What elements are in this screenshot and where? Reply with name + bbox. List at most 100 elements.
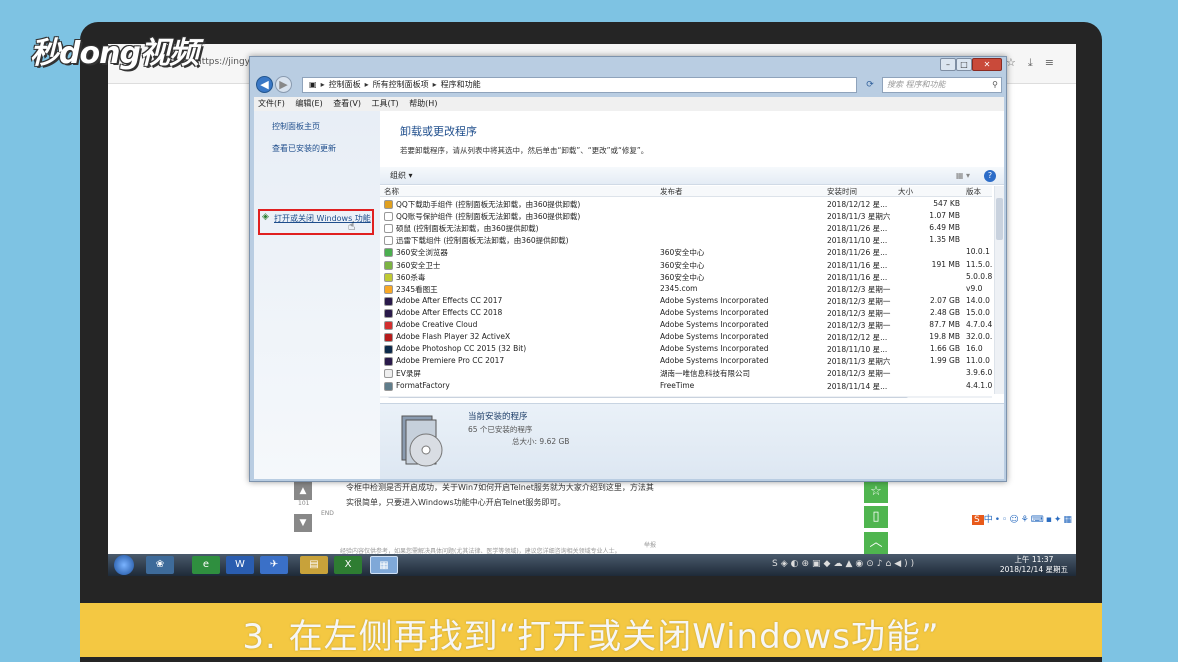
view-options-icon[interactable]: ▦ ▾ [956,167,970,185]
report-link[interactable]: 举报 [644,540,656,549]
window-titlebar[interactable]: – □ ✕ [250,57,1006,73]
column-size[interactable]: 大小 [898,186,913,197]
search-input[interactable]: 搜索 程序和功能 ⚲ [882,77,1002,93]
program-name: Adobe After Effects CC 2018 [396,307,503,317]
program-name: 迅雷下载组件 (控制面板无法卸载，由360提供卸载) [396,236,569,246]
forward-button[interactable]: ▶ [275,76,292,93]
program-date: 2018/12/3 星期一 [827,321,891,330]
taskbar-app-1[interactable]: ❀ [146,556,174,574]
taskbar: ❀ e W ✈ ▤ X ▦ S◈◐⊕▣◆☁▲◉⊙♪⌂◀)) 上午 11:37 2… [108,554,1076,576]
help-icon[interactable]: ? [984,170,996,182]
column-version[interactable]: 版本 [966,186,981,197]
table-row[interactable]: 迅雷下载组件 (控制面板无法卸载，由360提供卸载) 2018/11/10 星..… [380,235,992,247]
menu-tools[interactable]: 工具(T) [372,99,399,108]
program-date: 2018/11/3 星期六 [827,357,891,367]
horizontal-scrollbar[interactable] [380,396,992,398]
program-version: 10.0.1 [966,247,990,257]
program-version: 4.4.1.0 [966,380,993,390]
table-row[interactable]: Adobe Photoshop CC 2015 (32 Bit) Adobe Sy… [380,344,992,356]
program-date: 2018/11/16 星... [827,260,888,270]
search-icon[interactable]: ⚲ [992,78,998,92]
download-icon[interactable]: ⤓ [1028,56,1045,69]
program-icon [384,272,393,282]
menu-bar: 文件(F) 编辑(E) 查看(V) 工具(T) 帮助(H) [254,97,1004,111]
view-installed-updates-link[interactable]: 查看已安装的更新 [272,143,336,154]
page-instructions: 若要卸载程序，请从列表中将其选中，然后单击“卸载”、“更改”或“修复”。 [400,146,649,155]
window-body: 控制面板主页 查看已安装的更新 ◈ 打开或关闭 Windows 功能 ☝ 卸载或… [254,111,1004,479]
windows-features-link[interactable]: ◈ 打开或关闭 Windows 功能 [258,209,374,235]
program-date: 2018/12/3 星期一 [827,369,891,379]
caption-bar: 3. 在左侧再找到“打开或关闭Windows功能” [80,603,1102,657]
organize-button[interactable]: 组织 ▾ [390,167,413,185]
system-tray[interactable]: S◈◐⊕▣◆☁▲◉⊙♪⌂◀)) [772,559,917,569]
details-title: 当前安装的程序 [468,412,528,422]
taskbar-excel[interactable]: X [334,556,362,574]
column-publisher[interactable]: 发布者 [660,186,683,197]
vertical-scrollbar[interactable] [994,186,1004,394]
maximize-button[interactable]: □ [956,58,972,71]
table-row[interactable]: QQ下载助手组件 (控制面板无法卸载，由360提供卸载) 2018/12/12 星… [380,199,992,211]
menu-icon[interactable]: ≡ [1045,56,1066,69]
table-row[interactable]: 硕鼠 (控制面板无法卸载，由360提供卸载) 2018/11/26 星... 6.4… [380,223,992,235]
program-version: 3.9.6.0 [966,368,993,378]
table-row[interactable]: Adobe After Effects CC 2017 Adobe Systems… [380,296,992,308]
close-button[interactable]: ✕ [972,58,1002,71]
back-button[interactable]: ◀ [256,76,273,93]
table-row[interactable]: Adobe Premiere Pro CC 2017 Adobe Systems … [380,356,992,368]
table-row[interactable]: FormatFactory FreeTime 2018/11/14 星... 4.4.… [380,381,992,393]
table-row[interactable]: 360安全浏览器 360安全中心 2018/11/26 星... 10.0.1 [380,247,992,259]
thumbs-up-icon[interactable]: ▲ [294,482,312,500]
browser-url[interactable]: https://jingya [196,57,256,67]
horizontal-scroll-thumb[interactable] [388,397,908,398]
scroll-top-button[interactable]: ︿ [864,532,888,554]
program-icon [384,236,393,246]
program-version: 32.0.0. [966,332,993,342]
table-row[interactable]: 2345看图王 2345.com 2018/12/3 星期一 v9.0 [380,284,992,296]
breadcrumb-control-panel[interactable]: 控制面板 [329,80,361,89]
program-publisher: 2345.com [660,283,698,293]
program-name: Adobe Premiere Pro CC 2017 [396,356,505,366]
clock[interactable]: 上午 11:37 2018/12/14 星期五 [1000,555,1068,575]
minimize-button[interactable]: – [940,58,956,71]
taskbar-app-bird[interactable]: ✈ [260,556,288,574]
command-bar: 组织 ▾ ▦ ▾ ? [380,167,1004,185]
program-size: 2.07 GB [929,295,960,305]
note-button[interactable]: ▯ [864,506,888,528]
start-button[interactable] [114,555,134,575]
menu-edit[interactable]: 编辑(E) [295,99,322,108]
table-row[interactable]: Adobe Creative Cloud Adobe Systems Incorp… [380,320,992,332]
table-row[interactable]: QQ账号保护组件 (控制面板无法卸载，由360提供卸载) 2018/11/3 星期… [380,211,992,223]
program-name: QQ下载助手组件 (控制面板无法卸载，由360提供卸载) [396,200,581,209]
browser-actions[interactable]: ☆⤓≡ [1006,56,1066,70]
column-date[interactable]: 安装时间 [827,186,857,197]
refresh-icon[interactable]: ⟳ [862,77,878,93]
menu-view[interactable]: 查看(V) [333,99,361,108]
star-icon[interactable]: ☆ [1006,56,1028,69]
table-row[interactable]: Adobe After Effects CC 2018 Adobe Systems… [380,308,992,320]
mouse-cursor-icon: ☝ [348,219,356,233]
breadcrumb-all-items[interactable]: 所有控制面板项 [373,80,429,89]
breadcrumb-programs[interactable]: 程序和功能 [441,80,481,89]
program-size: 1.35 MB [929,235,960,245]
taskbar-control-panel[interactable]: ▦ [370,556,398,574]
table-row[interactable]: 360安全卫士 360安全中心 2018/11/16 星... 191 MB 11.5.… [380,260,992,272]
control-panel-home-link[interactable]: 控制面板主页 [272,121,320,132]
taskbar-browser-360[interactable]: e [192,556,220,574]
thumbs-down-icon[interactable]: ▼ [294,514,312,532]
program-icon [384,345,393,355]
column-name[interactable]: 名称 [384,186,399,197]
favorite-button[interactable]: ☆ [864,481,888,503]
menu-help[interactable]: 帮助(H) [409,99,437,108]
table-row[interactable]: Adobe Flash Player 32 ActiveX Adobe Syste… [380,332,992,344]
task-pane: 控制面板主页 查看已安装的更新 ◈ 打开或关闭 Windows 功能 ☝ [254,111,380,479]
vertical-scroll-thumb[interactable] [996,198,1003,240]
program-version: 14.0.0 [966,295,990,305]
taskbar-wps[interactable]: W [226,556,254,574]
ime-toolbar[interactable]: S 中•◦☺⚘⌨▪✦▦ [972,512,1074,525]
menu-file[interactable]: 文件(F) [258,99,285,108]
program-version: 15.0.0 [966,307,990,317]
table-row[interactable]: EV录屏 湖南一唯信息科技有限公司 2018/12/3 星期一 3.9.6.0 [380,368,992,380]
address-bar[interactable]: ▣ ▸ 控制面板 ▸ 所有控制面板项 ▸ 程序和功能 [302,77,857,93]
taskbar-explorer[interactable]: ▤ [300,556,328,574]
table-row[interactable]: 360杀毒 360安全中心 2018/11/16 星... 5.0.0.8 [380,272,992,284]
